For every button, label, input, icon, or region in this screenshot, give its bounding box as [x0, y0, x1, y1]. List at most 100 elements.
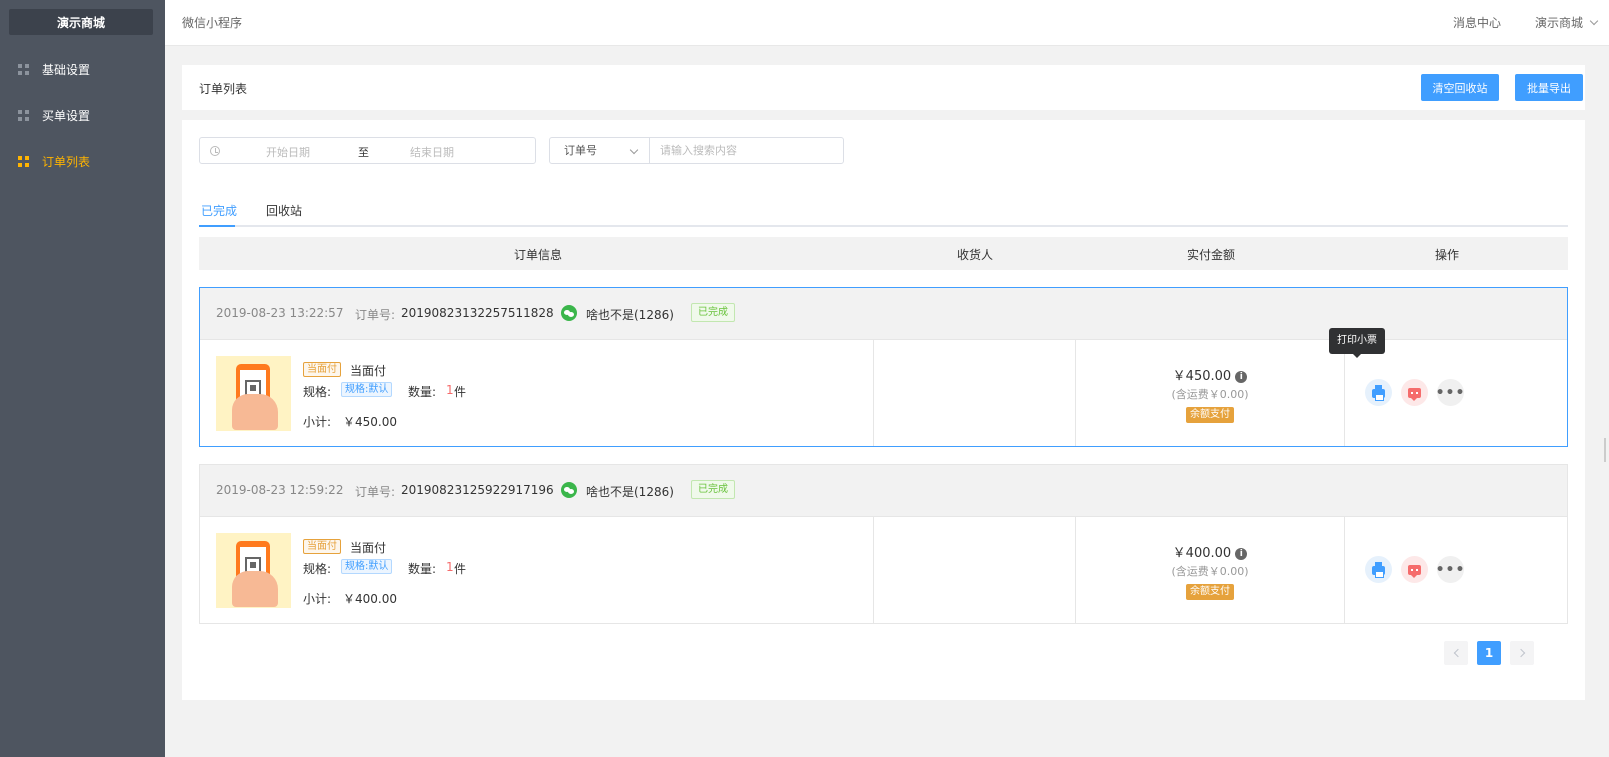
subtotal-value: ￥400.00: [343, 592, 397, 606]
printer-icon: [1372, 385, 1385, 401]
spec-label: 规格:: [303, 562, 332, 576]
message-button[interactable]: [1401, 379, 1428, 406]
scroll-handle[interactable]: [1604, 438, 1606, 462]
paid-amount-value: ￥400.00: [1172, 546, 1232, 561]
pay-method-badge: 余额支付: [1186, 584, 1234, 600]
order-no-label: 订单号:: [355, 308, 396, 322]
pay-method-wrap: 余额支付: [1076, 406, 1344, 423]
order-time: 2019-08-23 13:22:57: [216, 306, 344, 320]
order-list-card: 开始日期 至 结束日期 订单号 已完成 回收站 订单信息 收货人 实付金额 操作…: [182, 120, 1585, 700]
pay-method-badge: 余额支付: [1186, 407, 1234, 423]
status-badge: 已完成: [691, 303, 735, 322]
sidebar-item-order-list[interactable]: 订单列表: [0, 141, 165, 181]
quantity-value: 1: [446, 383, 454, 397]
quantity-value: 1: [446, 560, 454, 574]
paid-amount-value: ￥450.00: [1172, 369, 1232, 384]
start-date-input[interactable]: 开始日期: [266, 144, 310, 160]
chevron-down-icon: [629, 145, 639, 155]
column-header-order-info: 订单信息: [514, 248, 563, 262]
buyer-name[interactable]: 啥也不是(1286): [586, 306, 674, 323]
sidebar-item-label: 基础设置: [42, 62, 91, 77]
divider: [1344, 517, 1345, 623]
order-card: 2019-08-23 13:22:57 订单号: 201908231322575…: [199, 287, 1568, 447]
more-actions-button[interactable]: •••: [1435, 379, 1466, 406]
sidebar-item-checkout-settings[interactable]: 买单设置: [0, 95, 165, 135]
spec-tag: 规格:默认: [341, 382, 393, 397]
wechat-icon: [561, 482, 577, 498]
spec-tag: 规格:默认: [341, 559, 393, 574]
date-range-picker[interactable]: 开始日期 至 结束日期: [199, 137, 536, 164]
breadcrumb[interactable]: 微信小程序: [182, 14, 242, 31]
print-receipt-tooltip: 打印小票: [1329, 328, 1385, 358]
sidebar-item-label: 买单设置: [42, 108, 91, 123]
message-button[interactable]: [1401, 556, 1428, 583]
quantity-label: 数量:: [408, 385, 437, 399]
search-type-select[interactable]: 订单号: [550, 138, 650, 163]
tab-completed[interactable]: 已完成: [201, 202, 237, 219]
shop-menu-label: 演示商城: [1535, 16, 1584, 30]
spec-label: 规格:: [303, 385, 332, 399]
table-header: 订单信息 收货人 实付金额 操作: [199, 237, 1568, 270]
divider: [873, 517, 874, 623]
pay-method-wrap: 余额支付: [1076, 583, 1344, 600]
column-header-paid-amount: 实付金额: [1187, 248, 1236, 262]
paid-amount: ￥450.00 i: [1076, 365, 1344, 384]
more-icon: •••: [1435, 561, 1466, 578]
search-group: 订单号: [549, 137, 844, 164]
search-input[interactable]: [660, 142, 830, 159]
divider: [873, 340, 874, 446]
batch-export-button[interactable]: 批量导出: [1515, 74, 1583, 101]
order-no: 20190823125922917196: [401, 483, 554, 497]
info-icon[interactable]: i: [1235, 371, 1248, 383]
range-separator: 至: [358, 146, 369, 159]
active-tab-indicator: [199, 225, 235, 227]
order-no-label: 订单号:: [355, 485, 396, 499]
top-header: 微信小程序 消息中心 演示商城: [165, 0, 1609, 46]
clear-recycle-bin-button[interactable]: 清空回收站: [1421, 74, 1499, 101]
more-actions-button[interactable]: •••: [1435, 556, 1466, 583]
shop-menu[interactable]: 演示商城: [1535, 14, 1599, 31]
end-date-input[interactable]: 结束日期: [410, 144, 454, 160]
more-icon: •••: [1435, 384, 1466, 401]
sidebar-item-basic-settings[interactable]: 基础设置: [0, 49, 165, 89]
subtotal-value: ￥450.00: [343, 415, 397, 429]
order-no: 20190823132257511828: [401, 306, 554, 320]
product-name: 当面付: [350, 541, 387, 555]
pay-type-tag: 当面付: [303, 539, 341, 554]
hand-illustration: [232, 571, 278, 607]
quantity-label: 数量:: [408, 562, 437, 576]
order-header: 2019-08-23 12:59:22 订单号: 201908231259229…: [200, 465, 1567, 517]
order-card: 2019-08-23 12:59:22 订单号: 201908231259229…: [199, 464, 1568, 624]
column-header-actions: 操作: [1435, 248, 1460, 262]
print-receipt-button[interactable]: [1365, 556, 1392, 583]
wechat-icon: [561, 305, 577, 321]
info-icon[interactable]: i: [1235, 548, 1248, 560]
buyer-name[interactable]: 啥也不是(1286): [586, 483, 674, 500]
message-icon: [1408, 387, 1421, 401]
page-number-current[interactable]: 1: [1477, 641, 1501, 665]
tab-recycle-bin[interactable]: 回收站: [266, 202, 302, 219]
product-name: 当面付: [350, 364, 387, 378]
arrow-right-icon: [1516, 648, 1525, 658]
quantity-unit: 件: [454, 562, 467, 576]
clock-icon: [210, 146, 220, 156]
message-center-link[interactable]: 消息中心: [1453, 14, 1501, 31]
order-time: 2019-08-23 12:59:22: [216, 483, 344, 497]
shipping-fee: (含运费￥0.00): [1171, 565, 1249, 578]
product-image: [216, 356, 291, 431]
subtotal-label: 小计:: [303, 415, 332, 429]
print-receipt-button[interactable]: [1365, 379, 1392, 406]
grid-icon: [18, 109, 29, 121]
subtotal-label: 小计:: [303, 592, 332, 606]
grid-icon: [18, 63, 29, 75]
quantity-unit: 件: [454, 385, 467, 399]
sidebar-item-label: 订单列表: [42, 154, 91, 169]
prev-page-button[interactable]: [1444, 641, 1468, 665]
status-badge: 已完成: [691, 480, 735, 499]
message-icon: [1408, 564, 1421, 578]
next-page-button[interactable]: [1510, 641, 1534, 665]
chevron-down-icon: [1589, 16, 1599, 25]
hand-illustration: [232, 394, 278, 430]
arrow-left-icon: [1453, 648, 1462, 658]
product-image: [216, 533, 291, 608]
